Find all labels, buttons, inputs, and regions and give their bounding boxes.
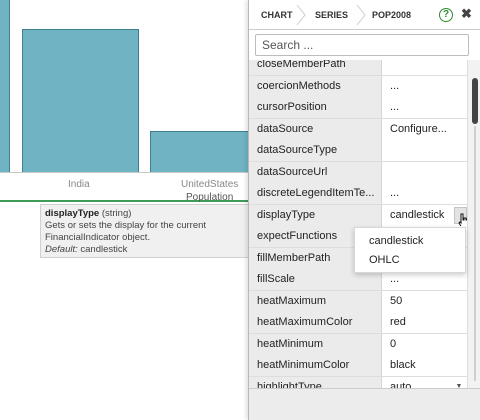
chart-bar-left: [0, 0, 10, 173]
property-row[interactable]: heatMinimumColor black: [249, 355, 467, 377]
property-tooltip: displayType (string) Gets or sets the di…: [40, 204, 250, 258]
property-name: heatMinimumColor: [249, 355, 382, 376]
panel-footer: [249, 388, 480, 420]
property-row[interactable]: highlightType auto ▼: [249, 376, 467, 388]
property-value[interactable]: red: [382, 312, 467, 333]
property-value[interactable]: 50: [382, 290, 467, 312]
property-value[interactable]: ...: [382, 75, 467, 97]
property-value[interactable]: ...: [382, 97, 467, 118]
property-panel: CHART SERIES POP2008 ? ✖ closeMemberPath…: [248, 0, 480, 420]
breadcrumb-separator-icon: [296, 4, 306, 26]
panel-header: CHART SERIES POP2008 ? ✖: [249, 0, 480, 30]
property-row[interactable]: dataSourceUrl: [249, 161, 467, 183]
chart-bar-unitedstates: [150, 131, 250, 173]
tooltip-property: displayType: [45, 208, 100, 219]
property-name: discreteLegendItemTe...: [249, 183, 382, 204]
property-value[interactable]: black: [382, 355, 467, 376]
scrollbar-rail: [474, 126, 476, 381]
property-name: dataSourceType: [249, 140, 382, 161]
property-name: cursorPosition: [249, 97, 382, 118]
breadcrumb-chart[interactable]: CHART: [261, 0, 293, 30]
property-name: dataSource: [249, 118, 382, 140]
breadcrumb-pop2008[interactable]: POP2008: [372, 0, 411, 30]
display-type-dropdown: candlestick OHLC: [354, 227, 466, 273]
property-row[interactable]: discreteLegendItemTe... ...: [249, 183, 467, 205]
property-value[interactable]: 0: [382, 333, 467, 355]
property-row[interactable]: dataSourceType: [249, 140, 467, 162]
scrollbar-thumb[interactable]: [472, 78, 478, 124]
breadcrumb-separator-icon: [356, 4, 366, 26]
category-label-india: India: [68, 179, 90, 190]
property-name: heatMaximumColor: [249, 312, 382, 333]
property-value[interactable]: [382, 161, 467, 183]
property-name: coercionMethods: [249, 75, 382, 97]
property-name: highlightType: [249, 376, 382, 388]
property-name: displayType: [249, 204, 382, 226]
property-grid: closeMemberPath coercionMethods ... curs…: [249, 60, 480, 388]
property-row[interactable]: heatMaximum 50: [249, 290, 467, 312]
axis-title: Population: [186, 192, 234, 203]
close-icon[interactable]: ✖: [461, 7, 473, 21]
property-value[interactable]: Configure...: [382, 118, 467, 140]
tooltip-default-label: Default:: [45, 244, 78, 255]
property-row[interactable]: closeMemberPath: [249, 60, 467, 76]
property-row[interactable]: coercionMethods ...: [249, 75, 467, 97]
breadcrumb-series[interactable]: SERIES: [315, 0, 348, 30]
property-value[interactable]: ...: [382, 183, 467, 204]
search-bar: [249, 30, 480, 60]
property-name: dataSourceUrl: [249, 161, 382, 183]
property-row[interactable]: heatMaximumColor red: [249, 312, 467, 334]
category-label-unitedstates: UnitedStates: [181, 179, 239, 190]
tooltip-description: Gets or sets the display for the current…: [45, 220, 207, 243]
property-row[interactable]: dataSource Configure...: [249, 118, 467, 140]
property-name: closeMemberPath: [249, 60, 382, 75]
property-value[interactable]: [382, 60, 467, 75]
property-row-displaytype[interactable]: displayType candlestick: [249, 204, 470, 228]
scrollbar[interactable]: [467, 60, 480, 388]
property-row[interactable]: heatMinimum 0: [249, 333, 467, 355]
search-input[interactable]: [255, 34, 469, 56]
property-name: heatMaximum: [249, 290, 382, 312]
tooltip-default-value: candlestick: [80, 244, 128, 255]
dropdown-option-ohlc[interactable]: OHLC: [355, 250, 467, 270]
property-name: heatMinimum: [249, 333, 382, 355]
chart-bar-india: [22, 29, 139, 173]
property-row[interactable]: cursorPosition ...: [249, 97, 467, 119]
dropdown-option-candlestick[interactable]: candlestick: [355, 231, 467, 251]
tooltip-type: (string): [101, 208, 132, 219]
help-icon[interactable]: ?: [439, 8, 453, 22]
property-value[interactable]: [382, 140, 467, 161]
